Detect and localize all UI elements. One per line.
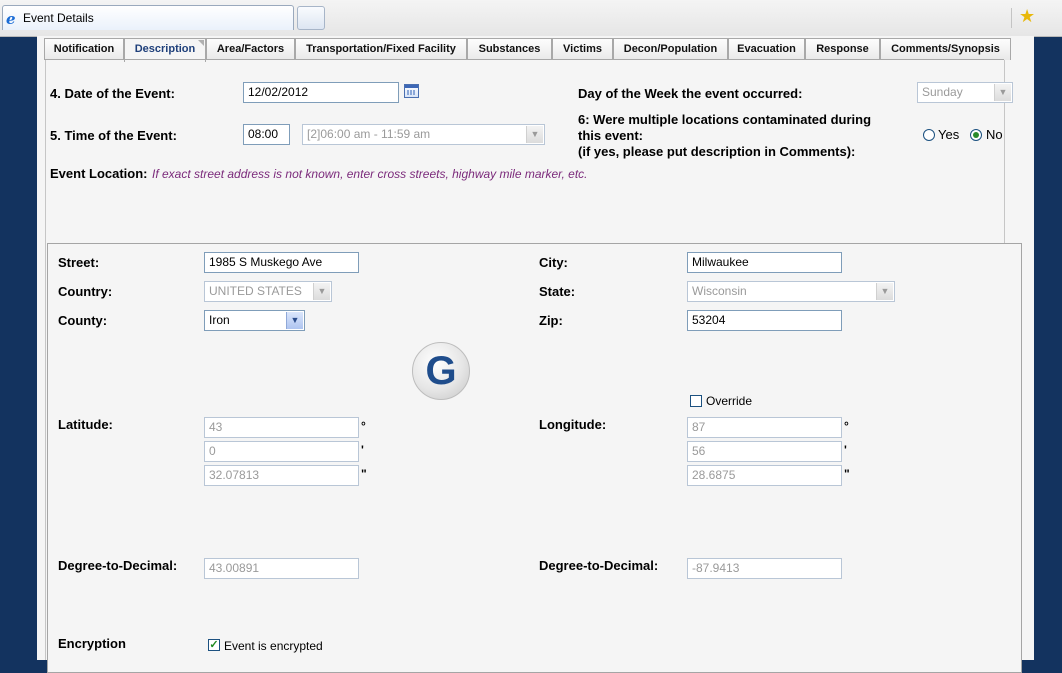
date-label: 4. Date of the Event: bbox=[50, 86, 175, 101]
county-label: County: bbox=[58, 313, 108, 328]
second-symbol: " bbox=[361, 467, 367, 481]
latitude-seconds-input[interactable]: 32.07813 bbox=[204, 465, 359, 486]
event-location-label: Event Location: bbox=[50, 166, 148, 181]
new-tab-button[interactable] bbox=[297, 6, 325, 30]
minute-symbol: ' bbox=[361, 443, 364, 457]
chevron-down-icon: ▼ bbox=[526, 126, 543, 143]
state-label: State: bbox=[539, 284, 576, 299]
street-label: Street: bbox=[58, 255, 100, 270]
city-label: City: bbox=[539, 255, 568, 270]
degree-symbol: ° bbox=[844, 419, 849, 433]
encryption-label: Encryption bbox=[58, 636, 126, 651]
event-details-panel: Notification Description Area/Factors Tr… bbox=[37, 36, 1034, 673]
tab-evacuation[interactable]: Evacuation bbox=[728, 38, 805, 60]
encrypted-label: Event is encrypted bbox=[224, 639, 323, 653]
country-label: Country: bbox=[58, 284, 113, 299]
calendar-icon[interactable] bbox=[404, 84, 419, 98]
multiple-locations-label-line3: (if yes, please put description in Comme… bbox=[578, 144, 856, 159]
latitude-label: Latitude: bbox=[58, 417, 113, 432]
longitude-label: Longitude: bbox=[539, 417, 607, 432]
add-favorites-star-icon[interactable]: ★ bbox=[1019, 6, 1035, 27]
latitude-decimal-input[interactable]: 43.00891 bbox=[204, 558, 359, 579]
degree-symbol: ° bbox=[361, 419, 366, 433]
multiple-locations-label-line1: 6: Were multiple locations contaminated … bbox=[578, 112, 872, 127]
chevron-down-icon: ▼ bbox=[286, 312, 303, 329]
yes-label: Yes bbox=[938, 127, 960, 142]
override-label: Override bbox=[706, 394, 753, 408]
tab-comments-synopsis[interactable]: Comments/Synopsis bbox=[880, 38, 1011, 60]
chevron-down-icon: ▼ bbox=[876, 283, 893, 300]
tab-victims[interactable]: Victims bbox=[552, 38, 613, 60]
tab-area-factors[interactable]: Area/Factors bbox=[206, 38, 295, 60]
longitude-decimal-input[interactable]: -87.9413 bbox=[687, 558, 842, 579]
tab-decon-population[interactable]: Decon/Population bbox=[613, 38, 728, 60]
ie-icon: e bbox=[6, 10, 16, 28]
multiple-locations-yes-radio[interactable] bbox=[923, 129, 935, 141]
geocode-button[interactable]: G bbox=[412, 342, 470, 400]
time-range-select[interactable]: [2]06:00 am - 11:59 am ▼ bbox=[302, 124, 545, 145]
geocode-letter: G bbox=[425, 349, 457, 393]
street-input[interactable]: 1985 S Muskego Ave bbox=[204, 252, 359, 273]
date-input[interactable]: 12/02/2012 bbox=[243, 82, 399, 103]
time-range-value: [2]06:00 am - 11:59 am bbox=[307, 127, 431, 141]
second-symbol: " bbox=[844, 467, 850, 481]
override-checkbox[interactable] bbox=[690, 395, 702, 407]
lon-degree-to-decimal-label: Degree-to-Decimal: bbox=[539, 558, 659, 573]
no-label: No bbox=[986, 127, 1003, 142]
country-select[interactable]: UNITED STATES ▼ bbox=[204, 281, 332, 302]
chevron-down-icon: ▼ bbox=[994, 84, 1011, 101]
longitude-seconds-input[interactable]: 28.6875 bbox=[687, 465, 842, 486]
longitude-degrees-input[interactable]: 87 bbox=[687, 417, 842, 438]
day-of-week-select[interactable]: Sunday ▼ bbox=[917, 82, 1013, 103]
country-value: UNITED STATES bbox=[209, 284, 302, 298]
day-of-week-value: Sunday bbox=[922, 85, 963, 99]
tab-transportation-fixed-facility[interactable]: Transportation/Fixed Facility bbox=[295, 38, 467, 60]
state-value: Wisconsin bbox=[692, 284, 747, 298]
city-input[interactable]: Milwaukee bbox=[687, 252, 842, 273]
state-select[interactable]: Wisconsin ▼ bbox=[687, 281, 895, 302]
browser-tab-event-details[interactable]: e Event Details bbox=[2, 5, 294, 30]
latitude-minutes-input[interactable]: 0 bbox=[204, 441, 359, 462]
lat-degree-to-decimal-label: Degree-to-Decimal: bbox=[58, 558, 178, 573]
county-value: Iron bbox=[209, 313, 230, 327]
chevron-down-icon: ▼ bbox=[313, 283, 330, 300]
zip-input[interactable]: 53204 bbox=[687, 310, 842, 331]
address-box: Street: 1985 S Muskego Ave City: Milwauk… bbox=[47, 243, 1022, 673]
multiple-locations-label-line2: this event: bbox=[578, 128, 644, 143]
tab-notification[interactable]: Notification bbox=[44, 38, 124, 60]
tab-response[interactable]: Response bbox=[805, 38, 880, 60]
toolbar-separator bbox=[1011, 8, 1012, 28]
browser-tab-strip: e Event Details ★ bbox=[0, 0, 1062, 37]
event-location-note: If exact street address is not known, en… bbox=[152, 167, 588, 181]
longitude-minutes-input[interactable]: 56 bbox=[687, 441, 842, 462]
browser-tab-title: Event Details bbox=[23, 11, 94, 25]
day-of-week-label: Day of the Week the event occurred: bbox=[578, 86, 803, 101]
multiple-locations-no-radio[interactable] bbox=[970, 129, 982, 141]
time-input[interactable]: 08:00 bbox=[243, 124, 290, 145]
minute-symbol: ' bbox=[844, 443, 847, 457]
time-label: 5. Time of the Event: bbox=[50, 128, 177, 143]
zip-label: Zip: bbox=[539, 313, 563, 328]
tab-substances[interactable]: Substances bbox=[467, 38, 552, 60]
county-select[interactable]: Iron ▼ bbox=[204, 310, 305, 331]
latitude-degrees-input[interactable]: 43 bbox=[204, 417, 359, 438]
encrypted-checkbox[interactable]: ✓ bbox=[208, 639, 220, 651]
